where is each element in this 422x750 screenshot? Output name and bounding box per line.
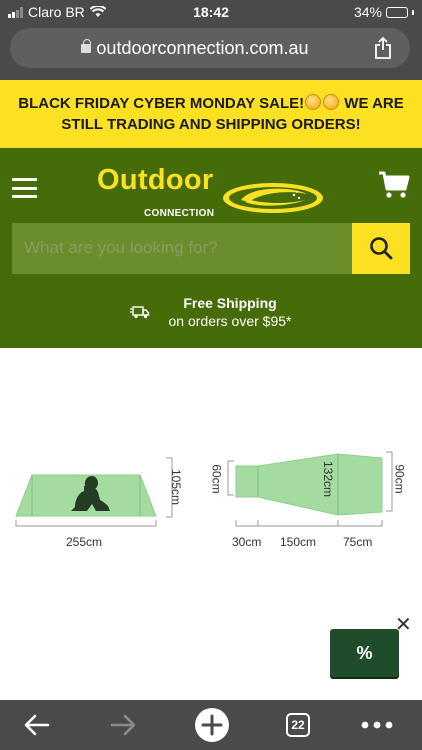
search-button[interactable] [352, 223, 410, 274]
dim-segment-2: 150cm [280, 535, 317, 549]
status-bar: Claro BR 18:42 34% [0, 0, 422, 26]
discount-widget-button[interactable]: % [330, 629, 399, 677]
more-menu-icon[interactable] [360, 716, 394, 734]
tent-top-view [227, 451, 393, 527]
dim-segment-3: 75cm [343, 535, 373, 549]
back-arrow-icon[interactable] [22, 710, 52, 740]
site-logo[interactable]: Outdoor CONNECTION [97, 164, 327, 219]
dim-side-height: 105cm [169, 468, 184, 506]
party-face-icon [305, 94, 322, 110]
free-shipping-banner: Free Shipping on orders over $95* [0, 293, 422, 333]
browser-url-area: outdoorconnection.com.au [0, 26, 422, 80]
lock-icon [81, 39, 92, 53]
address-bar[interactable]: outdoorconnection.com.au [10, 28, 410, 68]
percent-icon: % [356, 643, 373, 663]
search-input[interactable]: What are you looking for? [12, 223, 352, 274]
dim-top-foot: 90cm [392, 464, 407, 494]
truck-icon [130, 306, 150, 319]
search-placeholder: What are you looking for? [24, 238, 218, 257]
site-header: Outdoor CONNECTION What are you looking … [0, 148, 422, 348]
shipping-subtitle: on orders over $95* [168, 313, 292, 329]
browser-toolbar: 22 [0, 700, 422, 750]
logo-subtitle: CONNECTION [144, 208, 215, 219]
tent-side-view [15, 457, 173, 527]
shipping-title: Free Shipping [183, 295, 277, 311]
battery-indicator: 34% [354, 4, 414, 20]
dim-side-length: 255cm [66, 535, 103, 549]
menu-icon[interactable] [12, 178, 37, 198]
promo-text-1: BLACK FRIDAY CYBER MONDAY SALE! [18, 95, 305, 112]
logo-word: Outdoor [97, 164, 214, 196]
battery-icon [386, 6, 408, 18]
battery-percent: 34% [353, 4, 382, 20]
new-tab-icon[interactable] [194, 707, 230, 743]
search-icon [370, 237, 393, 260]
logo-ellipse-icon [223, 183, 323, 213]
dim-top-mid: 132cm [321, 460, 336, 498]
promo-banner[interactable]: BLACK FRIDAY CYBER MONDAY SALE! WE ARE S… [0, 80, 422, 148]
dim-top-head: 60cm [209, 464, 224, 494]
cart-icon[interactable] [378, 170, 410, 200]
money-face-icon [323, 94, 340, 110]
address-text[interactable]: outdoorconnection.com.au [10, 38, 380, 59]
tabs-button[interactable]: 22 [286, 713, 310, 737]
share-icon[interactable] [374, 37, 392, 59]
forward-arrow-icon[interactable] [108, 710, 138, 740]
dim-segment-1: 30cm [232, 535, 262, 549]
